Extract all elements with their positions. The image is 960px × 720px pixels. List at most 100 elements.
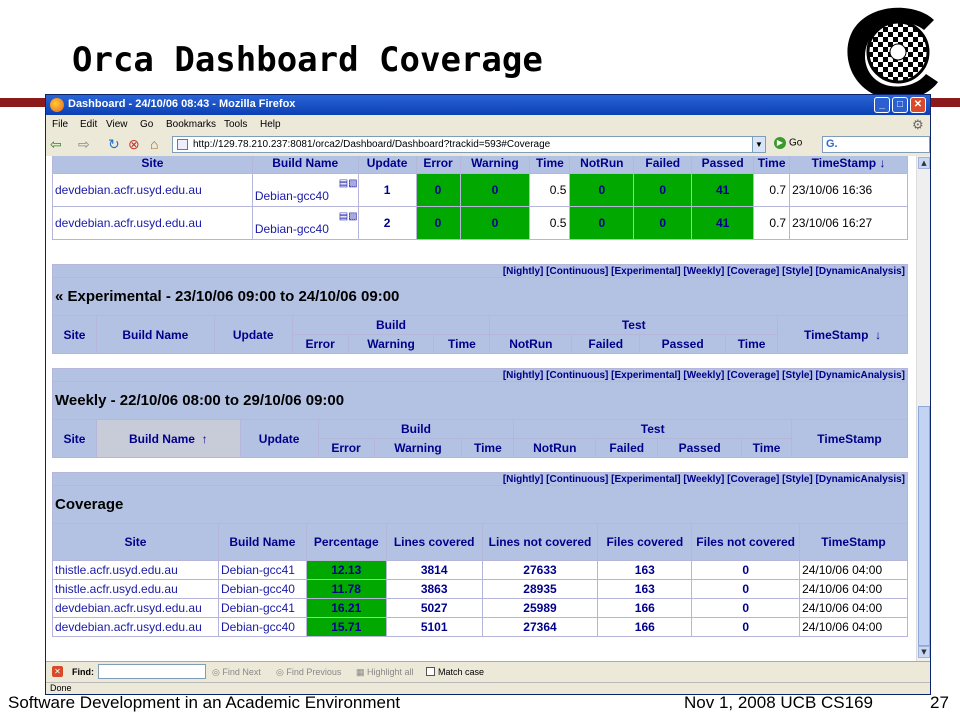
notes-icon[interactable]: ▤▧	[255, 211, 358, 222]
search-input[interactable]: G.	[822, 136, 930, 153]
error-count[interactable]: 0	[415, 173, 461, 207]
site-link[interactable]: thistle.acfr.usyd.edu.au	[52, 579, 219, 599]
url-dropdown-icon[interactable]: ▼	[752, 136, 766, 153]
link-continuous[interactable]: [Continuous]	[546, 266, 608, 277]
find-previous-button[interactable]: ◎ Find Previous	[276, 667, 341, 678]
error-count[interactable]: 0	[415, 206, 461, 240]
passed-count[interactable]: 41	[691, 173, 755, 207]
menu-help[interactable]: Help	[260, 119, 281, 130]
link-style[interactable]: [Style]	[782, 266, 813, 277]
reload-icon[interactable]: ↻	[108, 137, 120, 151]
menu-file[interactable]: File	[52, 119, 68, 130]
link-experimental[interactable]: [Experimental]	[611, 474, 680, 485]
link-dynamic-analysis[interactable]: [DynamicAnalysis]	[816, 370, 905, 381]
menu-tools[interactable]: Tools	[224, 119, 247, 130]
passed-count[interactable]: 41	[691, 206, 755, 240]
site-link[interactable]: devdebian.acfr.usyd.edu.au	[52, 173, 253, 207]
build-link[interactable]: Debian-gcc41	[217, 560, 307, 580]
link-continuous[interactable]: [Continuous]	[546, 370, 608, 381]
notrun-count[interactable]: 0	[569, 206, 635, 240]
gear-icon[interactable]: ⚙	[912, 117, 924, 133]
link-weekly[interactable]: [Weekly]	[683, 370, 724, 381]
find-input[interactable]	[98, 664, 206, 679]
forward-icon[interactable]: ⇨	[78, 137, 90, 151]
link-nightly[interactable]: [Nightly]	[503, 370, 544, 381]
link-coverage[interactable]: [Coverage]	[727, 474, 779, 485]
site-link[interactable]: devdebian.acfr.usyd.edu.au	[52, 617, 219, 637]
col-group-test: Test	[489, 315, 779, 335]
home-icon[interactable]: ⌂	[150, 137, 158, 151]
close-icon[interactable]: ✕	[910, 97, 926, 113]
scroll-up-icon[interactable]: ▲	[918, 157, 930, 169]
go-icon: ▶	[774, 137, 786, 149]
maximize-icon[interactable]: □	[892, 97, 908, 113]
link-coverage[interactable]: [Coverage]	[727, 370, 779, 381]
link-weekly[interactable]: [Weekly]	[683, 474, 724, 485]
notes-icon[interactable]: ▤▧	[255, 178, 358, 189]
col-timestamp: TimeStamp	[799, 523, 908, 561]
nav-links: [Nightly] [Continuous] [Experimental] [W…	[52, 368, 908, 382]
col-timestamp[interactable]: TimeStamp ↓	[789, 156, 908, 174]
minimize-icon[interactable]: _	[874, 97, 890, 113]
timestamp: 24/10/06 04:00	[799, 617, 908, 637]
col-build-name[interactable]: Build Name ↑	[95, 419, 241, 458]
failed-count[interactable]: 0	[633, 173, 693, 207]
col-notrun: NotRun	[489, 334, 573, 354]
menu-go[interactable]: Go	[140, 119, 153, 130]
coverage-percentage[interactable]: 16.21	[305, 598, 387, 618]
find-next-button[interactable]: ◎ Find Next	[212, 667, 261, 678]
failed-count[interactable]: 0	[633, 206, 693, 240]
build-link[interactable]: Debian-gcc40	[217, 617, 307, 637]
close-find-icon[interactable]: ✕	[52, 666, 63, 677]
build-link[interactable]: Debian-gcc40	[255, 222, 329, 236]
link-nightly[interactable]: [Nightly]	[503, 474, 544, 485]
col-build-name[interactable]: Build Name	[251, 156, 359, 174]
warning-count[interactable]: 0	[459, 173, 531, 207]
stop-icon[interactable]: ⊗	[128, 137, 140, 151]
menu-bookmarks[interactable]: Bookmarks	[166, 119, 216, 130]
col-error: Error	[415, 156, 461, 174]
col-group-test: Test	[513, 419, 793, 439]
link-experimental[interactable]: [Experimental]	[611, 370, 680, 381]
timestamp: 24/10/06 04:00	[799, 560, 908, 580]
find-next-label: Find Next	[222, 667, 261, 677]
url-input[interactable]: http://129.78.210.237:8081/orca2/Dashboa…	[172, 136, 766, 153]
col-timestamp[interactable]: TimeStamp	[791, 419, 908, 458]
site-link[interactable]: devdebian.acfr.usyd.edu.au	[52, 206, 253, 240]
update-count[interactable]: 2	[357, 206, 417, 240]
col-build-name[interactable]: Build Name	[95, 315, 215, 354]
menu-edit[interactable]: Edit	[80, 119, 97, 130]
section-title[interactable]: « Experimental - 23/10/06 09:00 to 24/10…	[52, 277, 908, 316]
col-timestamp[interactable]: TimeStamp ↓	[777, 315, 908, 354]
notrun-count[interactable]: 0	[569, 173, 635, 207]
link-dynamic-analysis[interactable]: [DynamicAnalysis]	[816, 266, 905, 277]
coverage-percentage[interactable]: 15.71	[305, 617, 387, 637]
link-dynamic-analysis[interactable]: [DynamicAnalysis]	[816, 474, 905, 485]
build-link[interactable]: Debian-gcc40	[217, 579, 307, 599]
link-nightly[interactable]: [Nightly]	[503, 266, 544, 277]
warning-count[interactable]: 0	[459, 206, 531, 240]
footer-date: Nov 1, 2008 UCB CS169	[684, 693, 873, 712]
update-count[interactable]: 1	[357, 173, 417, 207]
scroll-down-icon[interactable]: ▼	[918, 646, 930, 658]
link-style[interactable]: [Style]	[782, 474, 813, 485]
highlight-all-button[interactable]: ▦ Highlight all	[356, 667, 414, 678]
match-case-checkbox[interactable]: Match case	[426, 667, 484, 677]
vertical-scrollbar[interactable]: ▲ ▼	[916, 156, 930, 661]
go-button[interactable]: ▶ Go	[774, 137, 802, 149]
scrollbar-thumb[interactable]	[918, 406, 930, 646]
link-weekly[interactable]: [Weekly]	[683, 266, 724, 277]
site-link[interactable]: devdebian.acfr.usyd.edu.au	[52, 598, 219, 618]
coverage-percentage[interactable]: 11.78	[305, 579, 387, 599]
link-continuous[interactable]: [Continuous]	[546, 474, 608, 485]
col-build-time: Time	[461, 438, 515, 458]
build-link[interactable]: Debian-gcc40	[255, 189, 329, 203]
coverage-percentage[interactable]: 12.13	[305, 560, 387, 580]
menu-view[interactable]: View	[106, 119, 128, 130]
back-icon[interactable]: ⇦	[50, 137, 62, 151]
link-experimental[interactable]: [Experimental]	[611, 266, 680, 277]
build-link[interactable]: Debian-gcc41	[217, 598, 307, 618]
link-style[interactable]: [Style]	[782, 370, 813, 381]
link-coverage[interactable]: [Coverage]	[727, 266, 779, 277]
site-link[interactable]: thistle.acfr.usyd.edu.au	[52, 560, 219, 580]
